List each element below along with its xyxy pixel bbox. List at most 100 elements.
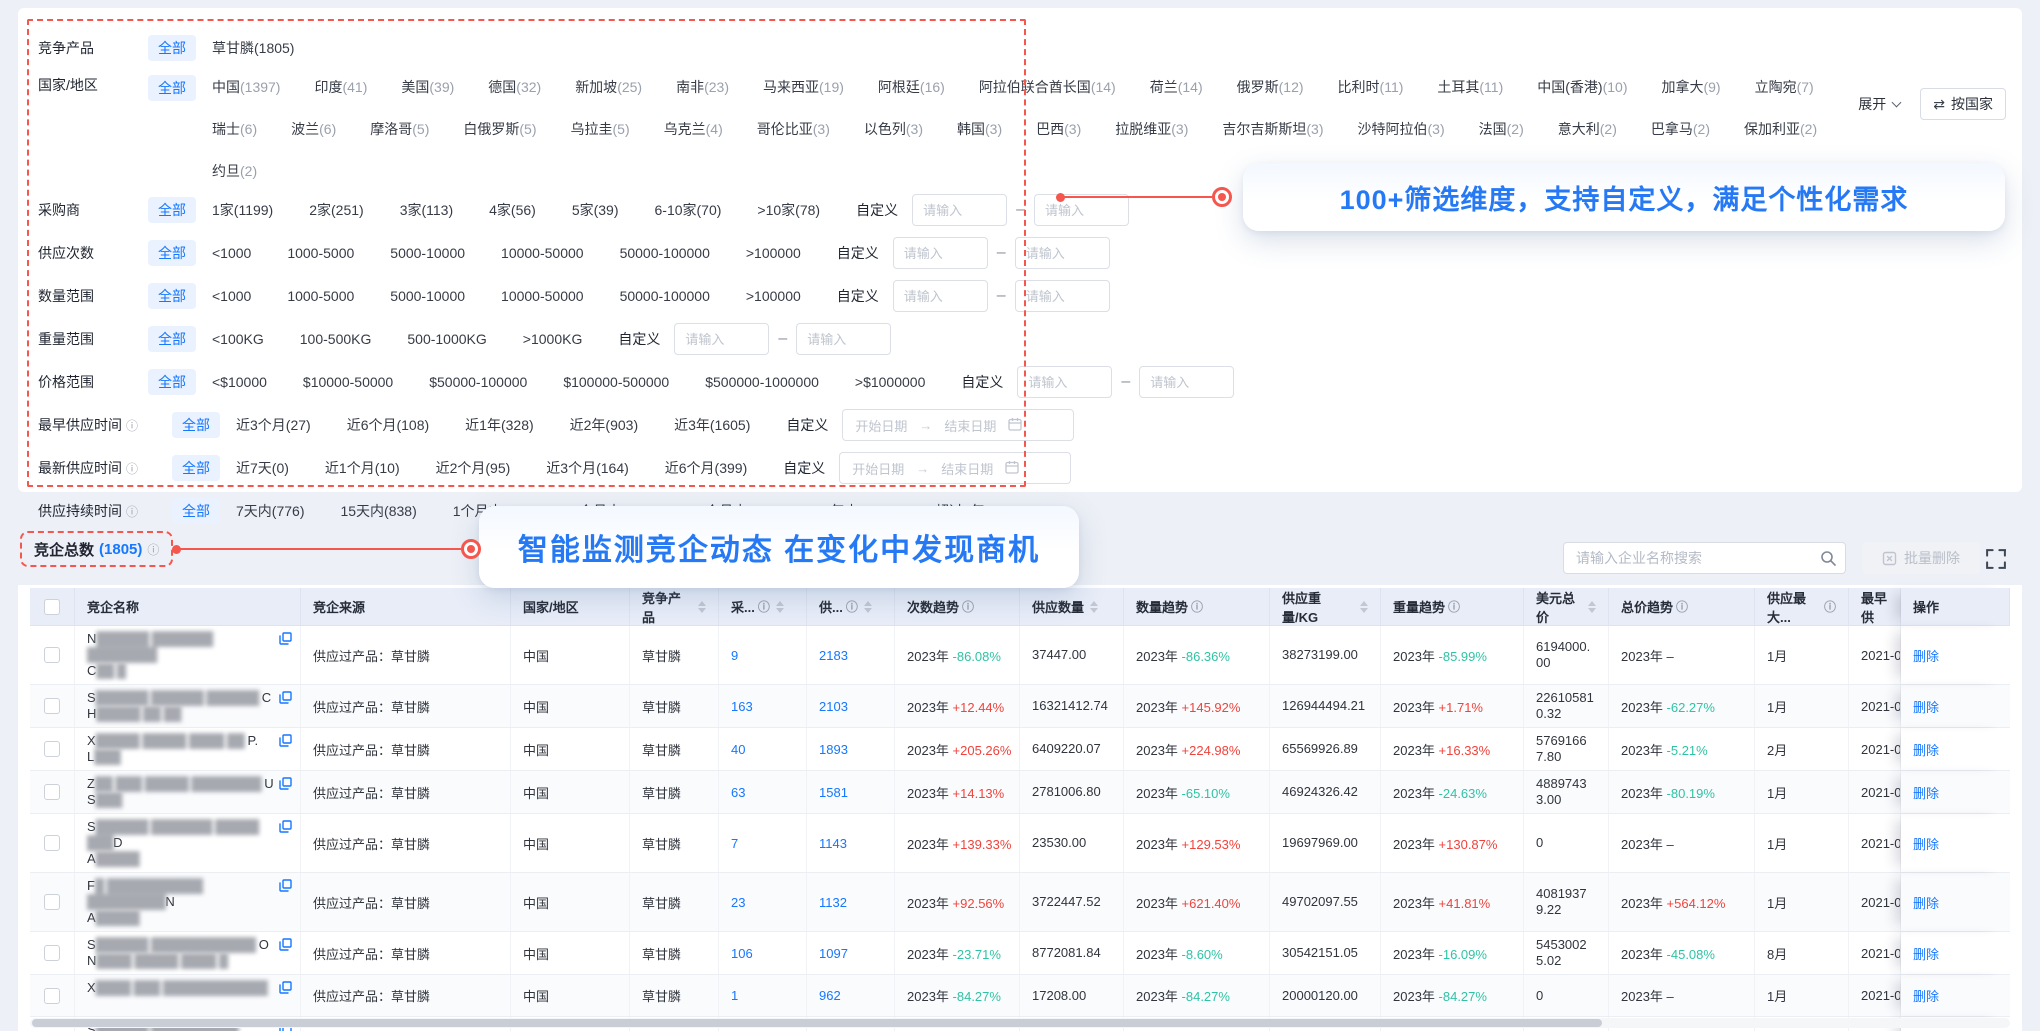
date-range-picker[interactable]: 开始日期→结束日期 — [842, 409, 1074, 441]
filter-min-input[interactable] — [1017, 366, 1112, 398]
filter-all-chip[interactable]: 全部 — [172, 498, 220, 524]
batch-delete-button[interactable]: 批量删除 — [1862, 542, 1980, 574]
filter-option[interactable]: 近3年(1605) — [674, 415, 750, 435]
filter-option[interactable]: 近1个月(10) — [325, 458, 400, 478]
filter-option[interactable]: 摩洛哥(5) — [370, 117, 429, 141]
filter-option[interactable]: 比利时(11) — [1338, 75, 1404, 99]
delete-row-link[interactable]: 删除 — [1913, 646, 1939, 665]
info-icon[interactable]: ⓘ — [846, 598, 858, 615]
column-header-max[interactable]: 供应最大...ⓘ — [1755, 588, 1849, 626]
filter-all-chip[interactable]: 全部 — [148, 283, 196, 309]
expand-toggle[interactable]: 展开 — [1858, 94, 1900, 114]
row-checkbox[interactable] — [44, 945, 60, 961]
column-header-weight[interactable]: 供应重量/KG — [1270, 588, 1381, 626]
filter-option[interactable]: 中国(香港)(10) — [1537, 75, 1627, 99]
delete-row-link[interactable]: 删除 — [1913, 944, 1939, 963]
filter-option[interactable]: 50000-100000 — [620, 245, 710, 261]
row-checkbox[interactable] — [44, 835, 60, 851]
filter-option[interactable]: 5000-10000 — [390, 288, 465, 304]
sort-icon[interactable] — [1588, 601, 1596, 613]
filter-option[interactable]: 乌克兰(4) — [664, 117, 723, 141]
info-icon[interactable]: ⓘ — [1191, 598, 1203, 615]
filter-all-chip[interactable]: 全部 — [148, 197, 196, 223]
column-header-product[interactable]: 竞争产品 — [630, 588, 719, 626]
sort-icon[interactable] — [698, 601, 706, 613]
info-icon[interactable]: ⓘ — [962, 598, 974, 615]
filter-option[interactable]: 近2年(903) — [570, 415, 638, 435]
filter-option[interactable]: >10家(78) — [757, 200, 820, 220]
delete-row-link[interactable]: 删除 — [1913, 740, 1939, 759]
filter-min-input[interactable] — [893, 237, 988, 269]
filter-option[interactable]: 俄罗斯(12) — [1237, 75, 1304, 99]
filter-option[interactable]: 7天内(776) — [236, 501, 304, 521]
info-icon[interactable]: ⓘ — [126, 460, 138, 477]
filter-option[interactable]: 乌拉圭(5) — [571, 117, 630, 141]
filter-option[interactable]: 近7天(0) — [236, 458, 289, 478]
filter-option[interactable]: 阿拉伯联合酋长国(14) — [979, 75, 1116, 99]
filter-option[interactable]: <1000 — [212, 245, 251, 261]
filter-option[interactable]: 500-1000KG — [407, 331, 486, 347]
filter-option[interactable]: 6-10家(70) — [655, 200, 722, 220]
filter-option[interactable]: 拉脱维亚(3) — [1115, 117, 1188, 141]
filter-option[interactable]: 巴西(3) — [1036, 117, 1081, 141]
copy-icon[interactable] — [279, 938, 292, 955]
row-checkbox[interactable] — [44, 741, 60, 757]
filter-option[interactable]: 德国(32) — [488, 75, 541, 99]
buyer-count-link[interactable]: 40 — [731, 742, 745, 757]
filter-option[interactable]: 以色列(3) — [864, 117, 923, 141]
filter-option[interactable]: 白俄罗斯(5) — [463, 117, 536, 141]
delete-row-link[interactable]: 删除 — [1913, 893, 1939, 912]
column-header-tw[interactable]: 重量趋势ⓘ — [1381, 588, 1524, 626]
filter-option[interactable]: 马来西亚(19) — [763, 75, 844, 99]
filter-option[interactable]: 立陶宛(7) — [1755, 75, 1814, 99]
supply-count-link[interactable]: 962 — [819, 988, 841, 1003]
filter-option[interactable]: 近3个月(27) — [236, 415, 311, 435]
filter-option[interactable]: 4家(56) — [489, 200, 536, 220]
filter-option[interactable]: 法国(2) — [1479, 117, 1524, 141]
info-icon[interactable]: ⓘ — [126, 503, 138, 520]
filter-option[interactable]: 3家(113) — [400, 200, 453, 220]
filter-option[interactable]: 50000-100000 — [620, 288, 710, 304]
filter-option[interactable]: $50000-100000 — [429, 374, 527, 390]
copy-icon[interactable] — [279, 981, 292, 998]
column-header-qty[interactable]: 供应数量 — [1020, 588, 1124, 626]
date-range-picker[interactable]: 开始日期→结束日期 — [839, 452, 1071, 484]
sort-icon[interactable] — [1360, 601, 1368, 613]
buyer-count-link[interactable]: 9 — [731, 648, 738, 663]
supply-count-link[interactable]: 1581 — [819, 785, 848, 800]
row-checkbox[interactable] — [44, 647, 60, 663]
copy-icon[interactable] — [279, 691, 292, 708]
filter-custom-label[interactable]: 自定义 — [786, 415, 828, 435]
filter-all-chip[interactable]: 全部 — [172, 412, 220, 438]
filter-option[interactable]: 近6个月(108) — [347, 415, 429, 435]
filter-option[interactable]: $10000-50000 — [303, 374, 393, 390]
filter-option[interactable]: $500000-1000000 — [705, 374, 819, 390]
info-icon[interactable]: ⓘ — [126, 417, 138, 434]
info-icon[interactable]: ⓘ — [1676, 598, 1688, 615]
filter-max-input[interactable] — [1034, 194, 1129, 226]
copy-icon[interactable] — [279, 820, 292, 837]
delete-row-link[interactable]: 删除 — [1913, 986, 1939, 1005]
filter-all-chip[interactable]: 全部 — [148, 35, 196, 61]
filter-option[interactable]: 10000-50000 — [501, 245, 584, 261]
filter-option[interactable]: 荷兰(14) — [1150, 75, 1203, 99]
filter-option[interactable]: 加拿大(9) — [1661, 75, 1720, 99]
filter-option[interactable]: 保加利亚(2) — [1744, 117, 1817, 141]
filter-option[interactable]: 近3个月(164) — [546, 458, 628, 478]
filter-option[interactable]: 意大利(2) — [1558, 117, 1617, 141]
buyer-count-link[interactable]: 7 — [731, 836, 738, 851]
sort-icon[interactable] — [1090, 601, 1098, 613]
supply-count-link[interactable]: 1097 — [819, 946, 848, 961]
filter-min-input[interactable] — [893, 280, 988, 312]
filter-all-chip[interactable]: 全部 — [148, 240, 196, 266]
supply-count-link[interactable]: 2183 — [819, 648, 848, 663]
supply-count-link[interactable]: 2103 — [819, 699, 848, 714]
buyer-count-link[interactable]: 23 — [731, 895, 745, 910]
filter-option[interactable]: 南非(23) — [676, 75, 729, 99]
row-checkbox[interactable] — [44, 894, 60, 910]
buyer-count-link[interactable]: 63 — [731, 785, 745, 800]
delete-row-link[interactable]: 删除 — [1913, 697, 1939, 716]
buyer-count-link[interactable]: 106 — [731, 946, 753, 961]
filter-max-input[interactable] — [1015, 237, 1110, 269]
filter-option[interactable]: >1000KG — [523, 331, 583, 347]
